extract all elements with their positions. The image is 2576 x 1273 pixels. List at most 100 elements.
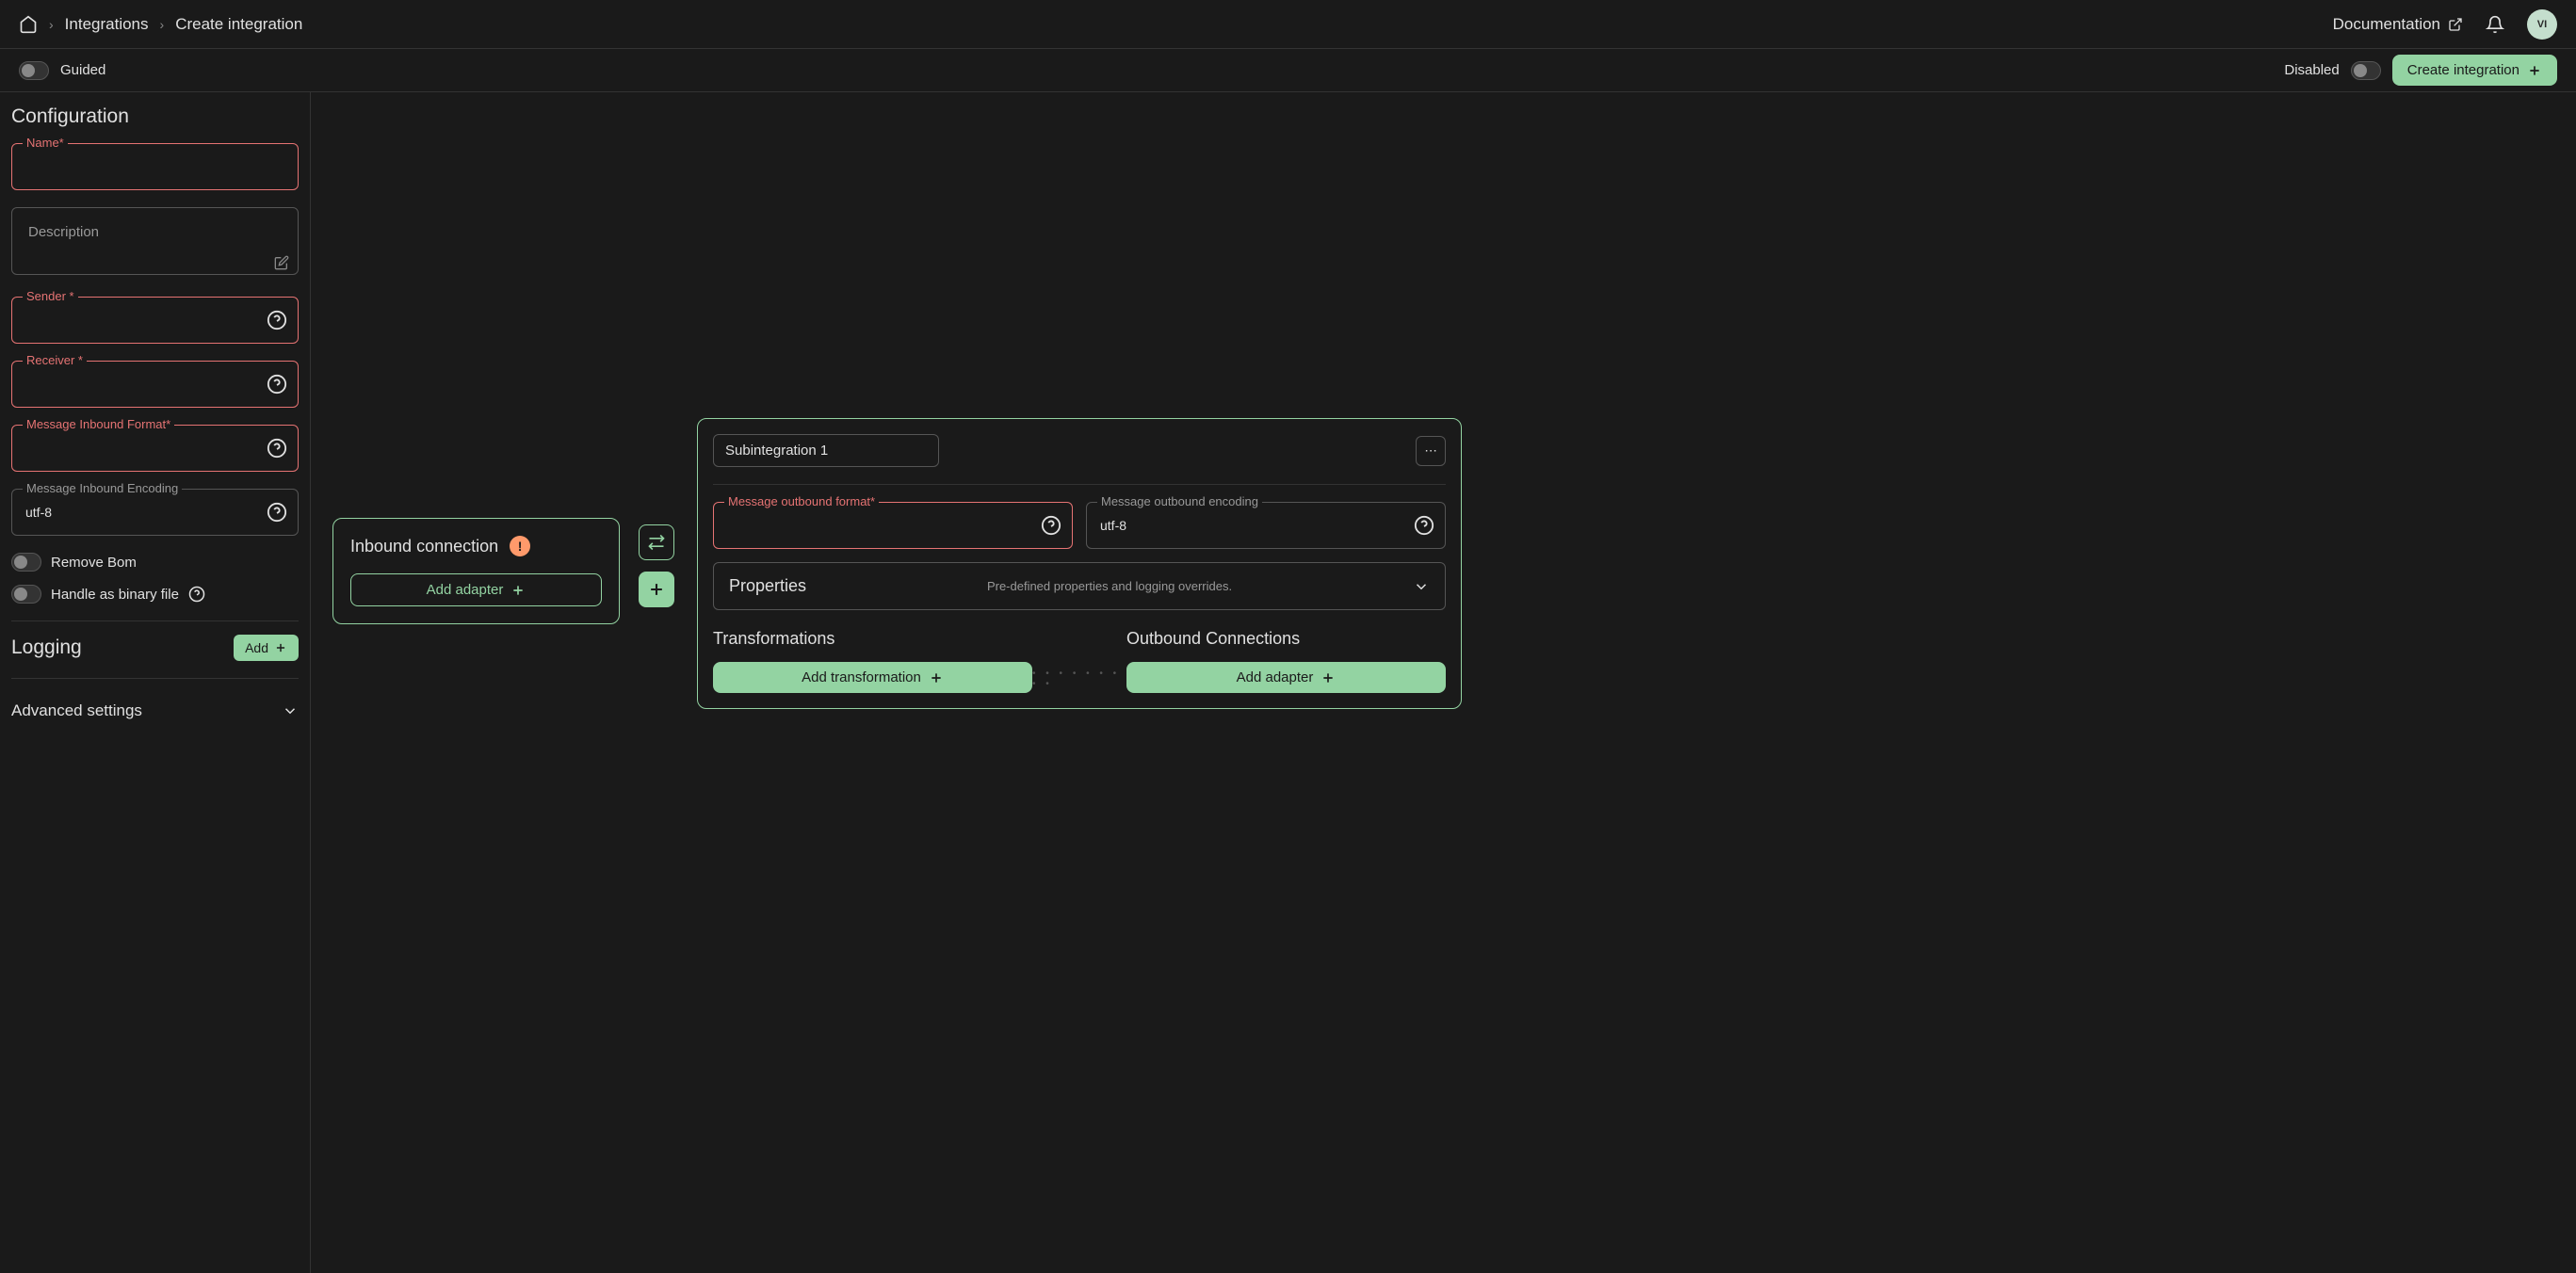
inbound-title: Inbound connection — [350, 537, 498, 556]
dotted-separator: • • • • • • • • • — [1032, 629, 1126, 689]
outbound-encoding-input[interactable] — [1086, 502, 1446, 549]
outbound-format-input[interactable] — [713, 502, 1073, 549]
remove-bom-toggle[interactable] — [11, 553, 41, 572]
guided-label: Guided — [60, 62, 105, 78]
divider — [11, 620, 299, 621]
documentation-link[interactable]: Documentation — [2333, 15, 2463, 34]
plus-icon — [2527, 63, 2542, 78]
subintegration-card: ⋯ Message outbound format* Message outbo… — [697, 418, 1462, 709]
help-icon[interactable] — [267, 502, 287, 523]
edit-icon[interactable] — [274, 255, 289, 270]
guided-toggle[interactable] — [19, 61, 49, 80]
disabled-toggle[interactable] — [2351, 61, 2381, 80]
remove-bom-label: Remove Bom — [51, 555, 137, 571]
plus-icon — [1320, 670, 1336, 685]
properties-label: Properties — [729, 576, 806, 596]
handle-binary-label: Handle as binary file — [51, 587, 179, 603]
external-link-icon — [2448, 17, 2463, 32]
advanced-settings-row[interactable]: Advanced settings — [11, 692, 299, 730]
receiver-field: Receiver * — [11, 361, 299, 408]
subheader-left: Guided — [19, 61, 105, 80]
help-icon[interactable] — [188, 586, 205, 603]
help-icon[interactable] — [267, 310, 287, 330]
outbound-connections-title: Outbound Connections — [1126, 629, 1446, 649]
breadcrumb-current: Create integration — [175, 15, 302, 34]
main-content: Configuration Name* Description Sender *… — [0, 92, 2576, 1273]
logging-header: Logging Add — [11, 635, 299, 661]
avatar[interactable]: VI — [2527, 9, 2557, 40]
add-transformation-button[interactable]: Add transformation — [713, 662, 1032, 693]
name-field: Name* — [11, 143, 299, 190]
handle-binary-row: Handle as binary file — [11, 585, 299, 604]
properties-box[interactable]: Properties Pre-defined properties and lo… — [713, 562, 1446, 610]
configuration-title: Configuration — [11, 105, 299, 128]
chevron-right-icon: › — [160, 17, 165, 32]
properties-description: Pre-defined properties and logging overr… — [806, 579, 1413, 593]
subheader: Guided Disabled Create integration — [0, 49, 2576, 92]
outbound-fields-row: Message outbound format* Message outboun… — [713, 502, 1446, 549]
more-icon: ⋯ — [1424, 443, 1436, 459]
subintegration-bottom: Transformations Add transformation • • •… — [713, 629, 1446, 693]
sender-input[interactable] — [11, 297, 299, 344]
header-actions: Documentation VI — [2333, 9, 2557, 40]
help-icon[interactable] — [267, 438, 287, 459]
outbound-format-field: Message outbound format* — [713, 502, 1073, 549]
logging-title: Logging — [11, 636, 82, 659]
create-integration-button[interactable]: Create integration — [2392, 55, 2557, 86]
advanced-settings-label: Advanced settings — [11, 701, 142, 720]
inbound-format-input[interactable] — [11, 425, 299, 472]
outbound-encoding-field: Message outbound encoding — [1086, 502, 1446, 549]
disabled-label: Disabled — [2284, 62, 2339, 78]
plus-icon — [929, 670, 944, 685]
receiver-label: Receiver * — [23, 353, 87, 367]
bell-icon[interactable] — [2486, 15, 2504, 34]
help-icon[interactable] — [1041, 515, 1061, 536]
inbound-format-field: Message Inbound Format* — [11, 425, 299, 472]
help-icon[interactable] — [267, 374, 287, 395]
swap-button[interactable] — [639, 524, 674, 560]
breadcrumb-integrations[interactable]: Integrations — [65, 15, 149, 34]
subheader-right: Disabled Create integration — [2284, 55, 2557, 86]
chevron-down-icon — [282, 702, 299, 719]
name-input[interactable] — [11, 143, 299, 190]
add-logging-button[interactable]: Add — [234, 635, 299, 661]
inbound-format-label: Message Inbound Format* — [23, 417, 174, 431]
description-field: Description — [11, 207, 299, 280]
outbound-format-label: Message outbound format* — [724, 494, 879, 508]
home-icon[interactable] — [19, 15, 38, 34]
subintegration-name-input[interactable] — [713, 434, 939, 467]
warning-icon: ! — [510, 536, 530, 556]
plus-icon — [274, 641, 287, 654]
name-label: Name* — [23, 136, 68, 150]
handle-binary-toggle[interactable] — [11, 585, 41, 604]
breadcrumb: › Integrations › Create integration — [19, 15, 302, 34]
inbound-header: Inbound connection ! — [350, 536, 602, 556]
inbound-encoding-input[interactable] — [11, 489, 299, 536]
transformations-title: Transformations — [713, 629, 1032, 649]
chevron-right-icon: › — [49, 17, 54, 32]
plus-icon — [510, 583, 526, 598]
top-header: › Integrations › Create integration Docu… — [0, 0, 2576, 49]
receiver-input[interactable] — [11, 361, 299, 408]
remove-bom-row: Remove Bom — [11, 553, 299, 572]
canvas: Inbound connection ! Add adapter — [311, 92, 2576, 1273]
config-sidebar: Configuration Name* Description Sender *… — [0, 92, 311, 1273]
outbound-encoding-label: Message outbound encoding — [1097, 494, 1262, 508]
help-icon[interactable] — [1414, 515, 1434, 536]
add-button[interactable] — [639, 572, 674, 607]
description-label: Description — [24, 224, 103, 240]
divider — [11, 678, 299, 679]
inbound-encoding-field: Message Inbound Encoding — [11, 489, 299, 536]
transformations-col: Transformations Add transformation — [713, 629, 1032, 693]
add-inbound-adapter-button[interactable]: Add adapter — [350, 573, 602, 606]
divider — [713, 484, 1446, 485]
subintegration-header: ⋯ — [713, 434, 1446, 467]
description-input[interactable] — [11, 207, 299, 275]
add-outbound-adapter-button[interactable]: Add adapter — [1126, 662, 1446, 693]
sender-field: Sender * — [11, 297, 299, 344]
inbound-encoding-label: Message Inbound Encoding — [23, 481, 182, 495]
more-button[interactable]: ⋯ — [1416, 436, 1446, 466]
outbound-connections-col: Outbound Connections Add adapter — [1126, 629, 1446, 693]
sender-label: Sender * — [23, 289, 78, 303]
swap-buttons — [639, 524, 674, 607]
